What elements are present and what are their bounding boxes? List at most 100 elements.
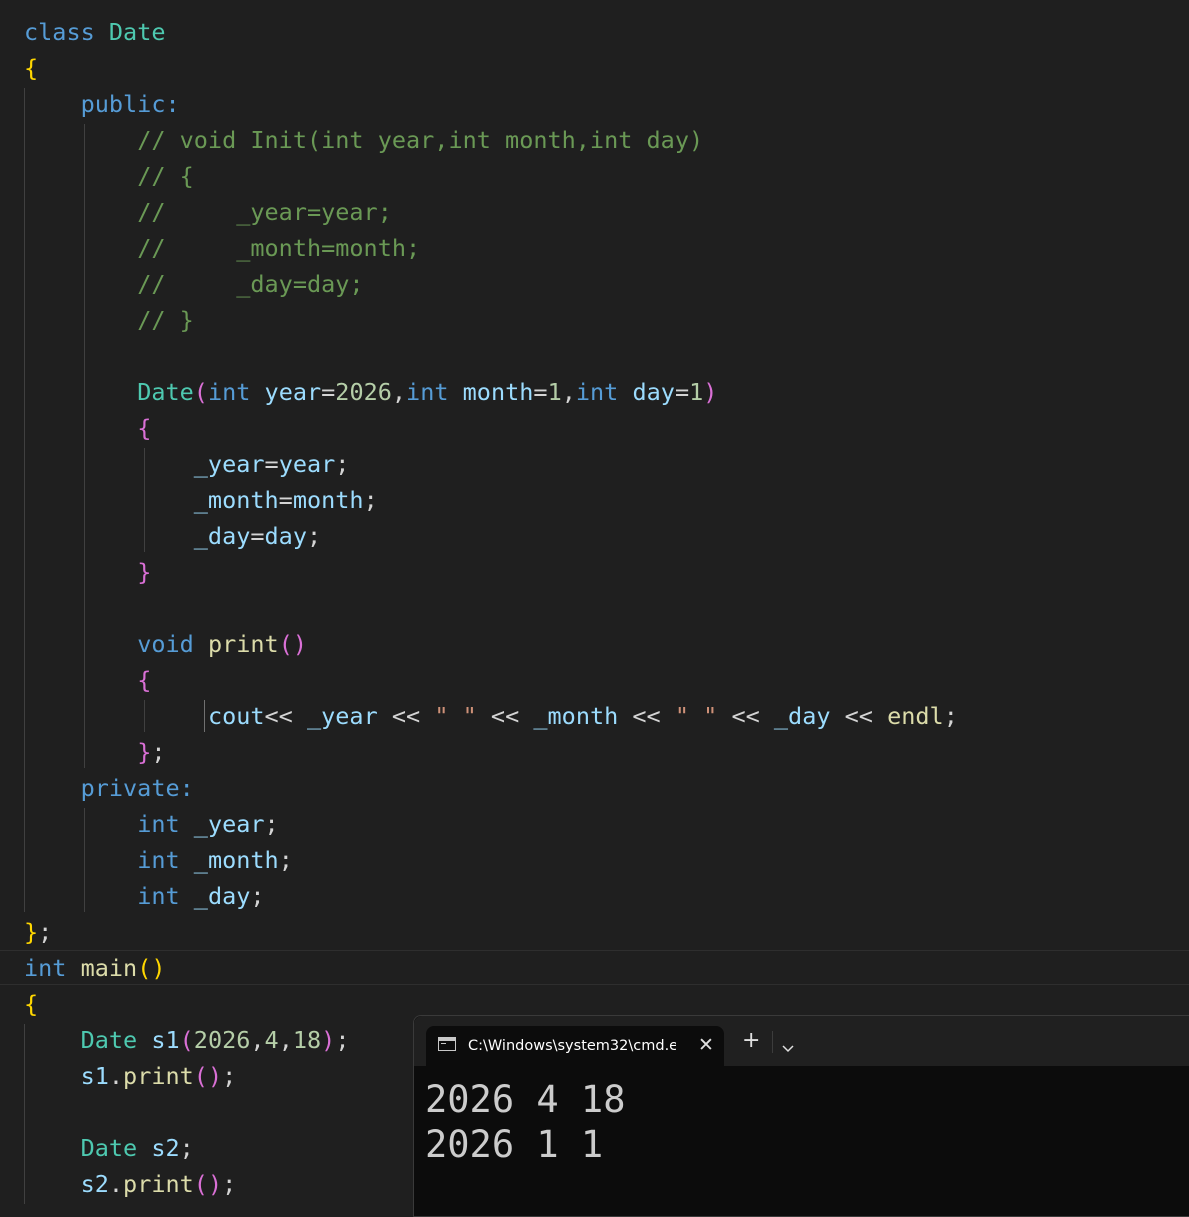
code-token: " ": [434, 702, 477, 730]
code-token: =: [533, 378, 548, 406]
code-token: int: [137, 846, 180, 874]
code-token: ): [321, 1026, 336, 1054]
code-token: 1: [689, 378, 704, 406]
code-token: _month: [193, 486, 279, 514]
code-line: {: [24, 662, 151, 698]
code-token: {: [24, 54, 39, 82]
code-token: }: [24, 918, 39, 946]
code-token: {: [137, 666, 152, 694]
terminal-tab[interactable]: C:\Windows\system32\cmd.ex ✕: [426, 1026, 724, 1066]
code-token: int: [406, 378, 449, 406]
code-token: <<: [830, 702, 888, 730]
code-token: =: [321, 378, 336, 406]
code-token: ;: [250, 882, 265, 910]
code-line: _year=year;: [24, 446, 350, 482]
code-token: <<: [717, 702, 774, 730]
code-token: ,: [278, 1026, 293, 1054]
code-line: _day=day;: [24, 518, 321, 554]
code-token: {: [137, 414, 152, 442]
code-token: ;: [363, 486, 378, 514]
code-token: {: [24, 990, 39, 1018]
code-token: Date: [108, 18, 166, 46]
code-token: Date: [137, 378, 194, 406]
terminal-output-line: 2026 1 1: [425, 1123, 604, 1166]
code-token: }: [137, 558, 152, 586]
terminal-window[interactable]: C:\Windows\system32\cmd.ex ✕ + 2026 4 18…: [413, 1015, 1189, 1217]
code-token: <<: [264, 702, 307, 730]
code-token: month: [462, 378, 534, 406]
code-token: public:: [80, 90, 180, 118]
code-token: main: [80, 954, 138, 982]
code-token: ;: [179, 1134, 194, 1162]
code-token: ): [703, 378, 718, 406]
code-token: void: [137, 630, 194, 658]
code-line: Date(int year=2026,int month=1,int day=1…: [24, 374, 717, 410]
code-token: Date: [80, 1026, 138, 1054]
code-line: {: [24, 410, 151, 446]
code-token: (): [278, 630, 307, 658]
code-token: ;: [278, 846, 293, 874]
code-token: (: [179, 1026, 194, 1054]
code-token: (): [193, 1062, 223, 1090]
code-token: ;: [222, 1170, 237, 1198]
code-token: ;: [222, 1062, 237, 1090]
code-token: 4: [264, 1026, 279, 1054]
code-token: int: [137, 810, 180, 838]
code-token: _day: [773, 702, 831, 730]
code-line: {: [24, 986, 38, 1022]
code-line: // {: [24, 158, 194, 194]
code-token: ;: [335, 450, 350, 478]
code-token: ,: [250, 1026, 265, 1054]
code-token: int: [24, 954, 67, 982]
code-line: int _day;: [24, 878, 265, 914]
code-token: day: [632, 378, 675, 406]
code-token: s1: [80, 1062, 109, 1090]
code-line: int _year;: [24, 806, 279, 842]
code-token: // {: [137, 162, 194, 190]
code-token: ,: [561, 378, 576, 406]
chevron-down-icon[interactable]: [782, 1038, 794, 1053]
code-token: Date: [80, 1134, 138, 1162]
code-line: private:: [24, 770, 194, 806]
close-tab-icon[interactable]: ✕: [698, 1033, 714, 1057]
current-line-highlight: [0, 950, 1189, 985]
code-line: int _month;: [24, 842, 293, 878]
code-line: s1.print();: [24, 1058, 237, 1094]
code-token: s2: [151, 1134, 180, 1162]
code-line: // }: [24, 302, 194, 338]
code-token: _year: [193, 810, 265, 838]
code-token: ;: [943, 702, 958, 730]
code-token: =: [278, 486, 293, 514]
code-token: .: [108, 1062, 124, 1090]
code-line: cout<< _year << " " << _month << " " << …: [24, 698, 958, 734]
code-line: Date s2;: [24, 1130, 194, 1166]
new-tab-button[interactable]: +: [742, 1030, 760, 1052]
terminal-output[interactable]: 2026 4 18 2026 1 1: [414, 1066, 1189, 1216]
code-token: <<: [618, 702, 675, 730]
code-token: (: [193, 378, 208, 406]
